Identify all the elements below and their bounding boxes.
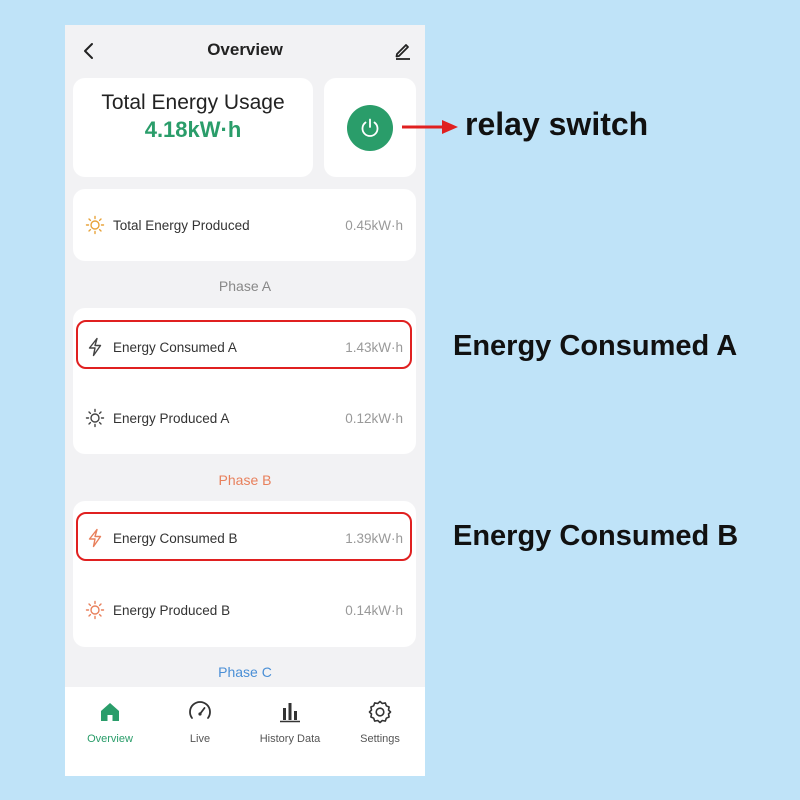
total-usage-card: Total Energy Usage 4.18kW·h xyxy=(73,78,313,177)
energy-consumed-b-callout: Energy Consumed B xyxy=(453,520,739,552)
nav-overview-label: Overview xyxy=(87,733,133,745)
relay-switch-button[interactable] xyxy=(347,105,393,151)
sun-icon xyxy=(85,408,105,428)
top-bar: Overview xyxy=(65,25,425,77)
total-usage-value: 4.18kW·h xyxy=(144,117,242,142)
sun-icon xyxy=(85,215,105,235)
gauge-icon xyxy=(185,697,215,727)
lightning-icon xyxy=(85,528,105,548)
nav-overview[interactable]: Overview xyxy=(65,687,155,776)
sun-icon xyxy=(85,600,105,620)
power-icon xyxy=(361,118,379,137)
nav-settings-label: Settings xyxy=(360,733,400,745)
page-title: Overview xyxy=(207,40,283,59)
relay-switch-callout: relay switch xyxy=(465,106,649,142)
total-produced-row[interactable]: Total Energy Produced 0.45kW·h xyxy=(73,200,416,250)
energy-consumed-b-row[interactable]: Energy Consumed B 1.39kW·h xyxy=(73,513,416,563)
nav-live-label: Live xyxy=(189,733,211,745)
energy-consumed-b-label: Energy Consumed B xyxy=(113,530,238,546)
total-usage-label: Total Energy Usage xyxy=(101,91,285,114)
total-produced-label: Total Energy Produced xyxy=(113,217,250,233)
energy-consumed-b-value: 1.39kW·h xyxy=(345,530,403,546)
nav-history-data[interactable]: History Data xyxy=(245,687,335,776)
gear-icon xyxy=(365,697,395,727)
lightning-icon xyxy=(85,337,105,357)
energy-produced-a-label: Energy Produced A xyxy=(113,410,230,426)
phase-a-label: Phase A xyxy=(218,278,272,294)
energy-produced-b-label: Energy Produced B xyxy=(113,602,231,618)
bar-chart-icon xyxy=(275,697,305,727)
produced-total-card: Total Energy Produced 0.45kW·h xyxy=(73,189,416,261)
bottom-nav: Overview Live History Data Settings xyxy=(65,687,425,776)
nav-live[interactable]: Live xyxy=(155,687,245,776)
arrow-icon xyxy=(402,120,458,134)
nav-settings[interactable]: Settings xyxy=(335,687,425,776)
phase-a-card: Energy Consumed A 1.43kW·h Energy Produc… xyxy=(73,308,416,454)
energy-consumed-a-row[interactable]: Energy Consumed A 1.43kW·h xyxy=(73,322,416,372)
energy-produced-a-value: 0.12kW·h xyxy=(345,410,403,426)
energy-consumed-a-callout: Energy Consumed A xyxy=(453,330,738,362)
energy-produced-b-value: 0.14kW·h xyxy=(345,602,403,618)
energy-consumed-a-label: Energy Consumed A xyxy=(113,339,237,355)
energy-produced-a-row[interactable]: Energy Produced A 0.12kW·h xyxy=(73,393,416,443)
energy-consumed-a-value: 1.43kW·h xyxy=(345,339,403,355)
nav-history-data-label: History Data xyxy=(259,733,321,745)
home-icon xyxy=(95,697,125,727)
phase-b-card: Energy Consumed B 1.39kW·h Energy Produc… xyxy=(73,501,416,647)
edit-button[interactable] xyxy=(391,38,415,62)
total-produced-value: 0.45kW·h xyxy=(345,217,403,233)
energy-produced-b-row[interactable]: Energy Produced B 0.14kW·h xyxy=(73,585,416,635)
pencil-icon xyxy=(395,44,410,60)
phase-c-label: Phase C xyxy=(218,664,272,680)
app-screen: Overview Total Energy Usage 4.18kW·h Tot… xyxy=(65,25,425,776)
phase-b-label: Phase B xyxy=(218,472,272,488)
